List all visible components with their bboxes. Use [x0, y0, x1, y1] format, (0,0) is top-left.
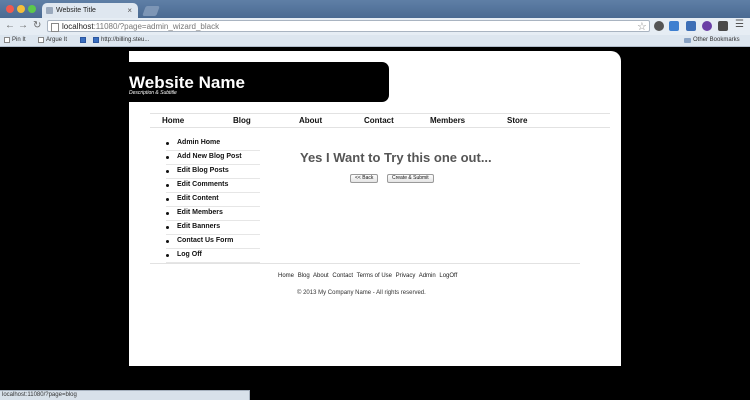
sidebar-item-edit-members[interactable]: Edit Members [166, 207, 260, 221]
footer-link-logoff[interactable]: LogOff [439, 273, 457, 279]
page-icon [51, 23, 59, 32]
sidebar-item-contact-us-form[interactable]: Contact Us Form [166, 235, 260, 249]
bookmark-item[interactable] [80, 37, 88, 43]
bullet-icon [166, 240, 169, 243]
tab-title: Website Title [56, 7, 96, 14]
site-description: Description & Subtitle [129, 90, 177, 96]
copyright-text: © 2013 My Company Name - All rights rese… [297, 290, 426, 296]
sidebar-item-log-off[interactable]: Log Off [166, 249, 260, 263]
status-bar: localhost:11080/?page=blog [0, 390, 250, 400]
footer-link-privacy[interactable]: Privacy [396, 273, 416, 279]
bullet-icon [166, 226, 169, 229]
w-icon [80, 37, 86, 43]
extension-icon[interactable] [718, 21, 728, 31]
bullet-icon [166, 184, 169, 187]
tab-close-icon[interactable]: × [127, 6, 132, 15]
browser-tab[interactable]: Website Title × [42, 3, 138, 18]
main-navigation: Home Blog About Contact Members Store [150, 113, 610, 128]
reload-icon[interactable]: ↻ [33, 20, 41, 32]
bullet-icon [166, 170, 169, 173]
menu-icon[interactable]: ☰ [735, 19, 744, 30]
nav-members[interactable]: Members [430, 115, 465, 126]
extension-icon[interactable] [686, 21, 696, 31]
footer-link-about[interactable]: About [313, 273, 329, 279]
page-icon [4, 37, 10, 43]
extension-icon[interactable] [702, 21, 712, 31]
url-host: localhost [62, 22, 94, 31]
browser-tab-bar: Website Title × [0, 0, 750, 18]
footer-link-contact[interactable]: Contact [332, 273, 353, 279]
minimize-window-button[interactable] [17, 5, 25, 13]
bullet-icon [166, 254, 169, 257]
page-heading: Yes I Want to Try this one out... [300, 150, 492, 165]
extension-icon[interactable] [669, 21, 679, 31]
admin-sidebar: Admin Home Add New Blog Post Edit Blog P… [166, 137, 260, 263]
w-icon [93, 37, 99, 43]
footer-link-admin[interactable]: Admin [419, 273, 436, 279]
url-path: :11080/?page=admin_wizard_black [93, 22, 220, 31]
close-window-button[interactable] [6, 5, 14, 13]
back-arrow-icon[interactable]: ← [5, 20, 15, 32]
footer-link-terms[interactable]: Terms of Use [357, 273, 392, 279]
sidebar-item-admin-home[interactable]: Admin Home [166, 137, 260, 151]
other-bookmarks[interactable]: Other Bookmarks [684, 37, 740, 43]
bookmark-item[interactable]: Pin It [4, 37, 26, 43]
site-header: Website Name Description & Subtitle [129, 62, 389, 102]
page-icon [38, 37, 44, 43]
bookmarks-bar: Pin It Argue It http://billing.steu... O… [0, 35, 750, 47]
nav-blog[interactable]: Blog [233, 115, 251, 126]
footer-navigation: Home Blog About Contact Terms of Use Pri… [278, 273, 459, 279]
folder-icon [684, 37, 691, 43]
back-button[interactable]: << Back [350, 174, 379, 183]
new-tab-button[interactable] [142, 6, 160, 16]
sidebar-item-edit-content[interactable]: Edit Content [166, 193, 260, 207]
footer-link-blog[interactable]: Blog [298, 273, 310, 279]
nav-about[interactable]: About [299, 115, 322, 126]
sidebar-item-edit-banners[interactable]: Edit Banners [166, 221, 260, 235]
bullet-icon [166, 212, 169, 215]
forward-arrow-icon[interactable]: → [18, 20, 28, 32]
sidebar-item-add-new-blog-post[interactable]: Add New Blog Post [166, 151, 260, 165]
bookmark-star-icon[interactable]: ☆ [637, 20, 647, 33]
nav-home[interactable]: Home [162, 115, 184, 126]
settings-gear-icon[interactable] [654, 21, 664, 31]
footer-link-home[interactable]: Home [278, 273, 294, 279]
favicon-icon [46, 7, 53, 14]
bookmark-item[interactable]: Argue It [38, 37, 67, 43]
address-bar[interactable]: localhost:11080/?page=admin_wizard_black [47, 20, 650, 32]
bullet-icon [166, 142, 169, 145]
nav-contact[interactable]: Contact [364, 115, 394, 126]
sidebar-item-edit-comments[interactable]: Edit Comments [166, 179, 260, 193]
nav-store[interactable]: Store [507, 115, 527, 126]
bullet-icon [166, 156, 169, 159]
footer-divider [150, 263, 580, 264]
bullet-icon [166, 198, 169, 201]
zoom-window-button[interactable] [28, 5, 36, 13]
bookmark-item[interactable]: http://billing.steu... [93, 37, 149, 43]
sidebar-item-edit-blog-posts[interactable]: Edit Blog Posts [166, 165, 260, 179]
create-submit-button[interactable]: Create & Submit [387, 174, 434, 183]
